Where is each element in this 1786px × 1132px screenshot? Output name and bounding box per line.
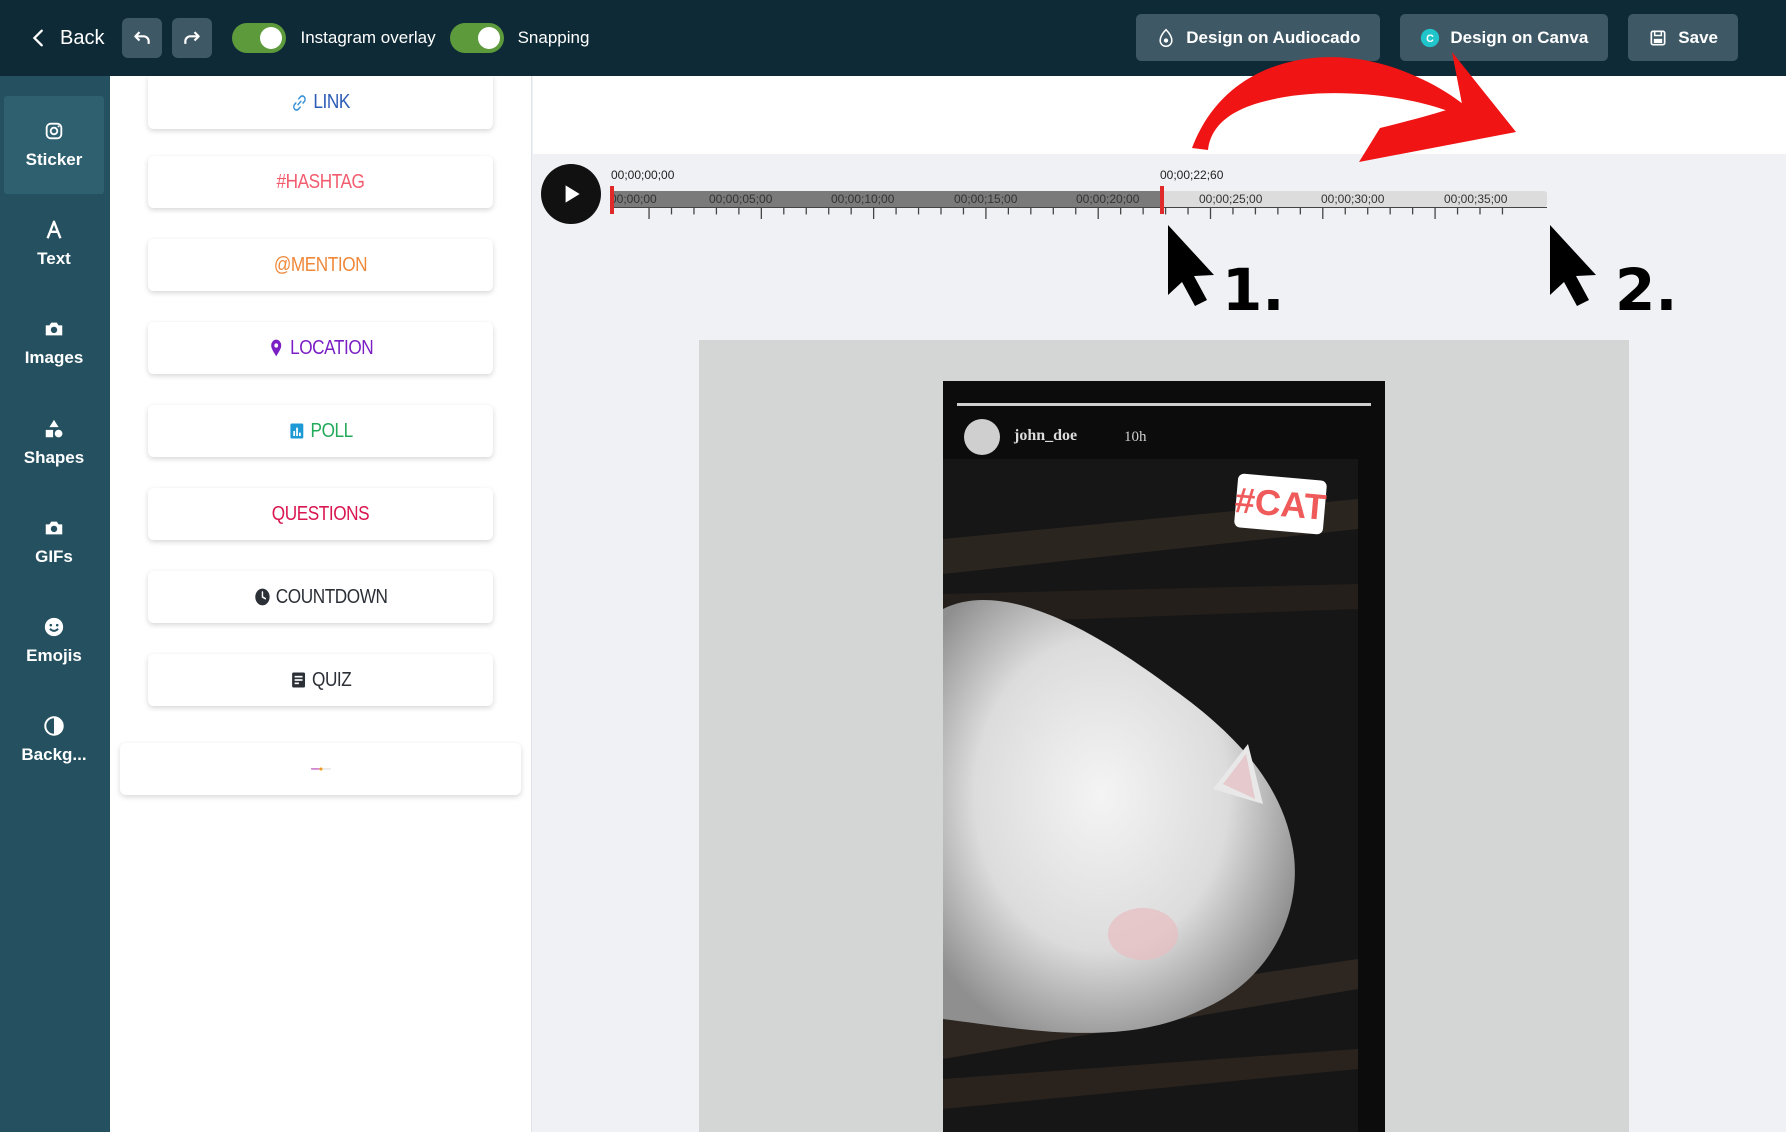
redo-button[interactable] bbox=[172, 18, 213, 58]
timeline-tick-label: 00;00;05;00 bbox=[709, 192, 773, 206]
undo-button[interactable] bbox=[122, 18, 163, 58]
story-progress-bar bbox=[957, 403, 1371, 406]
play-button[interactable] bbox=[541, 164, 601, 224]
chevron-left-icon bbox=[32, 29, 43, 47]
timeline-playhead[interactable] bbox=[1160, 186, 1164, 214]
story-preview: john_doe 10h #CAT bbox=[943, 381, 1385, 1132]
timeline-ruler bbox=[610, 207, 1547, 219]
timeline-tick-label: 00;00;15;00 bbox=[954, 192, 1018, 206]
back-label: Back bbox=[60, 26, 105, 49]
save-label: Save bbox=[1678, 27, 1718, 47]
timeline-start-marker[interactable] bbox=[610, 186, 614, 214]
sidebar-item-shapes[interactable]: Shapes bbox=[4, 394, 104, 492]
bar-chart-icon bbox=[290, 423, 304, 439]
contrast-icon bbox=[44, 716, 64, 736]
toggle-knob bbox=[260, 27, 283, 49]
toggle-knob bbox=[477, 27, 500, 49]
timeline-tick-label: 00;00;10;00 bbox=[831, 192, 895, 206]
avatar[interactable] bbox=[964, 419, 1000, 455]
timeline-tick-label: 00;00;35;00 bbox=[1444, 192, 1508, 206]
instagram-overlay-label: Instagram overlay bbox=[300, 28, 436, 47]
sidebar-item-images[interactable]: Images bbox=[4, 294, 104, 392]
smiley-icon bbox=[44, 617, 64, 637]
mention-sticker-label: @MENTION bbox=[273, 253, 368, 276]
emoji-slider-sticker[interactable] bbox=[120, 743, 521, 795]
map-pin-icon bbox=[271, 339, 282, 357]
sidebar-item-label: Sticker bbox=[25, 150, 83, 169]
instagram-icon bbox=[45, 122, 63, 140]
camera-icon bbox=[45, 322, 63, 336]
sticker-panel: LINK #HASHTAG @MENTION LOCATION POLL QUE… bbox=[110, 76, 532, 1132]
canva-label: Design on Canva bbox=[1450, 27, 1589, 47]
sidebar-item-label: Backg... bbox=[21, 745, 87, 764]
save-icon bbox=[1650, 30, 1666, 45]
canva-logo-icon: C bbox=[1421, 28, 1440, 47]
story-username: john_doe bbox=[1014, 427, 1078, 444]
timeline-start-time: 00;00;00;00 bbox=[611, 168, 675, 182]
camera-icon bbox=[45, 521, 63, 535]
poll-sticker[interactable]: POLL bbox=[148, 405, 493, 457]
sidebar-item-emojis[interactable]: Emojis bbox=[4, 592, 104, 690]
text-icon bbox=[46, 220, 62, 239]
timeline-tick-label: 00;00;00 bbox=[610, 192, 657, 206]
link-sticker-label: LINK bbox=[313, 91, 350, 113]
questions-sticker[interactable]: QUESTIONS bbox=[148, 488, 493, 540]
top-actions: Design on Audiocado C Design on Canva Sa… bbox=[1136, 14, 1738, 61]
timeline-tick-label: 00;00;30;00 bbox=[1321, 192, 1385, 206]
emoji-slider bbox=[310, 767, 331, 771]
countdown-sticker[interactable]: COUNTDOWN bbox=[148, 571, 493, 623]
questions-sticker-label: QUESTIONS bbox=[271, 502, 370, 525]
mention-sticker[interactable]: @MENTION bbox=[148, 239, 493, 291]
sidebar-item-label: Shapes bbox=[23, 448, 85, 467]
svg-text:C: C bbox=[1426, 32, 1434, 44]
design-on-audiocado-button[interactable]: Design on Audiocado bbox=[1136, 14, 1381, 61]
link-sticker[interactable]: LINK bbox=[148, 76, 493, 129]
timeline-playhead-time: 00;00;22;60 bbox=[1160, 168, 1224, 182]
sidebar-item-label: Text bbox=[37, 249, 71, 268]
timeline-track[interactable]: 00;00;00 00;00;05;00 00;00;10;00 00;00;1… bbox=[610, 191, 1547, 207]
location-sticker-label: LOCATION bbox=[290, 336, 374, 359]
sidebar-item-label: Images bbox=[24, 348, 84, 367]
editor-workspace: 00;00;00;00 00;00;22;60 00;00;00 00;00;0… bbox=[533, 76, 1786, 1132]
redo-icon bbox=[184, 31, 201, 44]
save-button[interactable]: Save bbox=[1628, 14, 1738, 61]
hashtag-sticker[interactable]: #HASHTAG bbox=[148, 156, 493, 208]
timeline-tick-label: 00;00;20;00 bbox=[1076, 192, 1140, 206]
instagram-overlay-toggle[interactable] bbox=[232, 23, 287, 53]
story-time: 10h bbox=[1124, 429, 1147, 445]
snapping-toggle[interactable] bbox=[449, 23, 504, 53]
play-icon bbox=[565, 185, 580, 203]
quiz-sticker-label: QUIZ bbox=[311, 668, 352, 691]
back-button[interactable]: Back bbox=[28, 27, 104, 50]
sidebar-item-text[interactable]: Text bbox=[4, 195, 104, 293]
shapes-icon bbox=[45, 419, 63, 438]
quiz-sticker[interactable]: QUIZ bbox=[148, 654, 493, 706]
audiocado-logo-icon bbox=[1159, 28, 1173, 47]
sidebar-item-label: Emojis bbox=[26, 646, 82, 665]
snapping-label: Snapping bbox=[517, 28, 590, 47]
poll-sticker-label: POLL bbox=[310, 419, 354, 442]
design-on-canva-button[interactable]: C Design on Canva bbox=[1400, 14, 1609, 61]
timeline-tick-label: 00;00;25;00 bbox=[1199, 192, 1263, 206]
undo-icon bbox=[134, 31, 151, 44]
clock-icon bbox=[254, 588, 270, 606]
top-toolbar: Back Instagram overlay Snapping Design o… bbox=[0, 0, 1786, 76]
audiocado-label: Design on Audiocado bbox=[1186, 27, 1361, 47]
quiz-icon bbox=[291, 672, 305, 688]
cat-photo bbox=[943, 459, 1358, 1132]
sidebar-item-label: GIFs bbox=[35, 547, 73, 566]
hashtag-cat-sticker[interactable]: #CAT bbox=[1233, 473, 1328, 535]
cat-image bbox=[943, 459, 1358, 1132]
link-icon bbox=[293, 94, 306, 111]
sidebar: Sticker Text Images Shapes GIFs Emojis B… bbox=[0, 76, 110, 1132]
hashtag-sticker-label: #HASHTAG bbox=[276, 170, 365, 193]
workspace-header-strip bbox=[533, 76, 1786, 154]
sidebar-item-gifs[interactable]: GIFs bbox=[4, 493, 104, 591]
sidebar-item-background[interactable]: Backg... bbox=[4, 691, 104, 789]
design-canvas: john_doe 10h #CAT bbox=[699, 340, 1629, 1132]
location-sticker[interactable]: LOCATION bbox=[148, 322, 493, 374]
countdown-sticker-label: COUNTDOWN bbox=[275, 585, 388, 608]
sidebar-item-sticker[interactable]: Sticker bbox=[4, 96, 104, 194]
